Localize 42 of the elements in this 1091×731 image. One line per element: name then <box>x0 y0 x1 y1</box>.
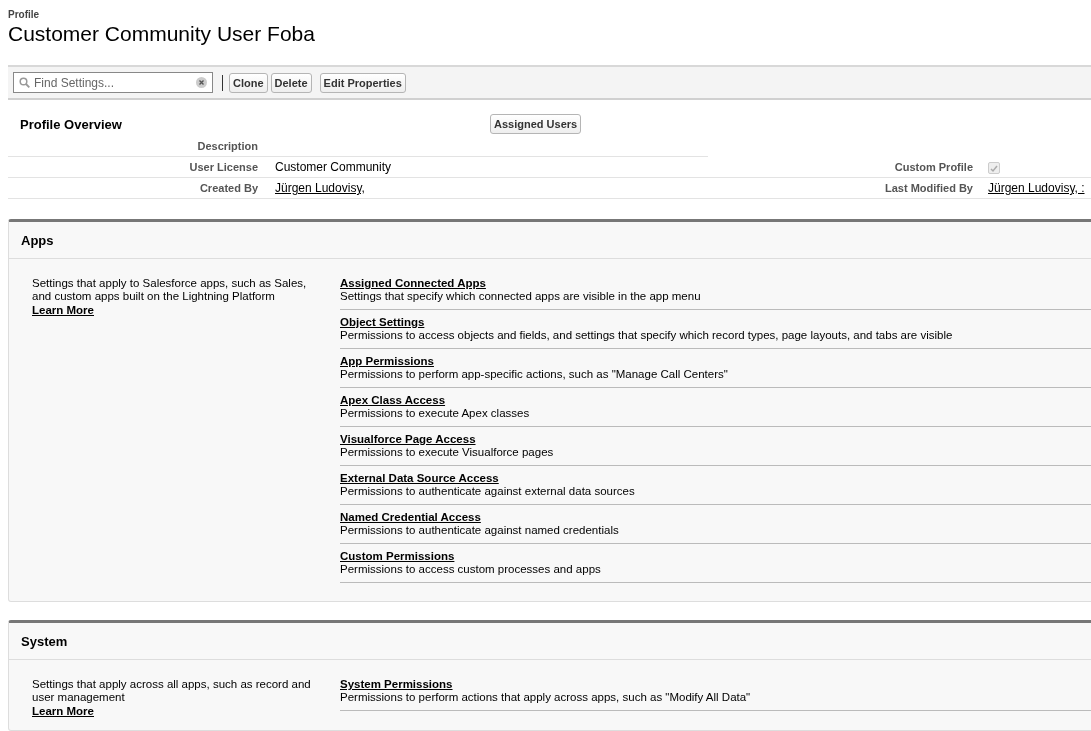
search-icon <box>19 77 30 88</box>
toolbar-button[interactable]: Clone <box>229 72 268 93</box>
section-heading: Profile Overview <box>20 116 123 132</box>
field-label: Created By <box>199 182 258 194</box>
settings-link[interactable]: External Data Source Access <box>340 472 499 484</box>
settings-description: Permissions to authenticate against external data sources <box>340 485 636 498</box>
panel-description: Settings that apply across all apps, such as record and user management <box>32 678 312 704</box>
learn-more-link[interactable]: Learn More <box>32 705 94 717</box>
settings-link[interactable]: Named Credential Access <box>340 511 481 523</box>
panel-description: Settings that apply to Salesforce apps, such as Sales, and custom apps built on the Lightning Platform <box>32 277 308 303</box>
page-type-label: Profile <box>8 9 41 20</box>
settings-link[interactable]: App Permissions <box>340 355 434 367</box>
field-label: Description <box>197 140 258 152</box>
field-value: Customer Community <box>275 160 392 174</box>
settings-description: Permissions to execute Apex classes <box>340 407 531 420</box>
assigned-users-button[interactable]: Assigned Users <box>490 114 582 134</box>
field-label: Last Modified By <box>885 182 973 194</box>
user-link[interactable]: Jürgen Ludovisy, : <box>988 181 1085 195</box>
toolbar-button[interactable]: Edit Properties <box>319 72 406 93</box>
settings-description: Permissions to access custom processes and apps <box>340 563 602 576</box>
settings-link[interactable]: Custom Permissions <box>340 550 455 562</box>
settings-description: Settings that specify which connected apps are visible in the app menu <box>340 290 702 303</box>
field-label: User License <box>189 161 258 173</box>
panel-title: System <box>9 623 1091 660</box>
toolbar-button[interactable]: Delete <box>270 72 312 93</box>
field-label: Custom Profile <box>894 161 973 173</box>
settings-description: Permissions to access objects and fields, and settings that specify which record types, page layouts, and tabs are visible <box>340 329 954 342</box>
settings-description: Permissions to perform actions that apply across apps, such as "Modify All Data" <box>340 691 752 704</box>
clear-icon[interactable] <box>196 77 207 88</box>
settings-link[interactable]: Visualforce Page Access <box>340 433 476 445</box>
panel-title: Apps <box>9 222 1091 259</box>
search-field[interactable]: Find Settings... <box>13 72 213 93</box>
settings-link[interactable]: Apex Class Access <box>340 394 446 406</box>
settings-link[interactable]: Assigned Connected Apps <box>340 277 486 289</box>
settings-link[interactable]: Object Settings <box>340 316 425 328</box>
settings-description: Permissions to execute Visualforce pages <box>340 446 555 459</box>
settings-link[interactable]: System Permissions <box>340 678 453 690</box>
settings-description: Permissions to authenticate against named credentials <box>340 524 620 537</box>
settings-description: Permissions to perform app-specific actions, such as "Manage Call Centers" <box>340 368 729 381</box>
user-link[interactable]: Jürgen Ludovisy, <box>275 181 365 195</box>
learn-more-link[interactable]: Learn More <box>32 304 94 316</box>
page-title: Customer Community User Foba <box>8 21 316 47</box>
